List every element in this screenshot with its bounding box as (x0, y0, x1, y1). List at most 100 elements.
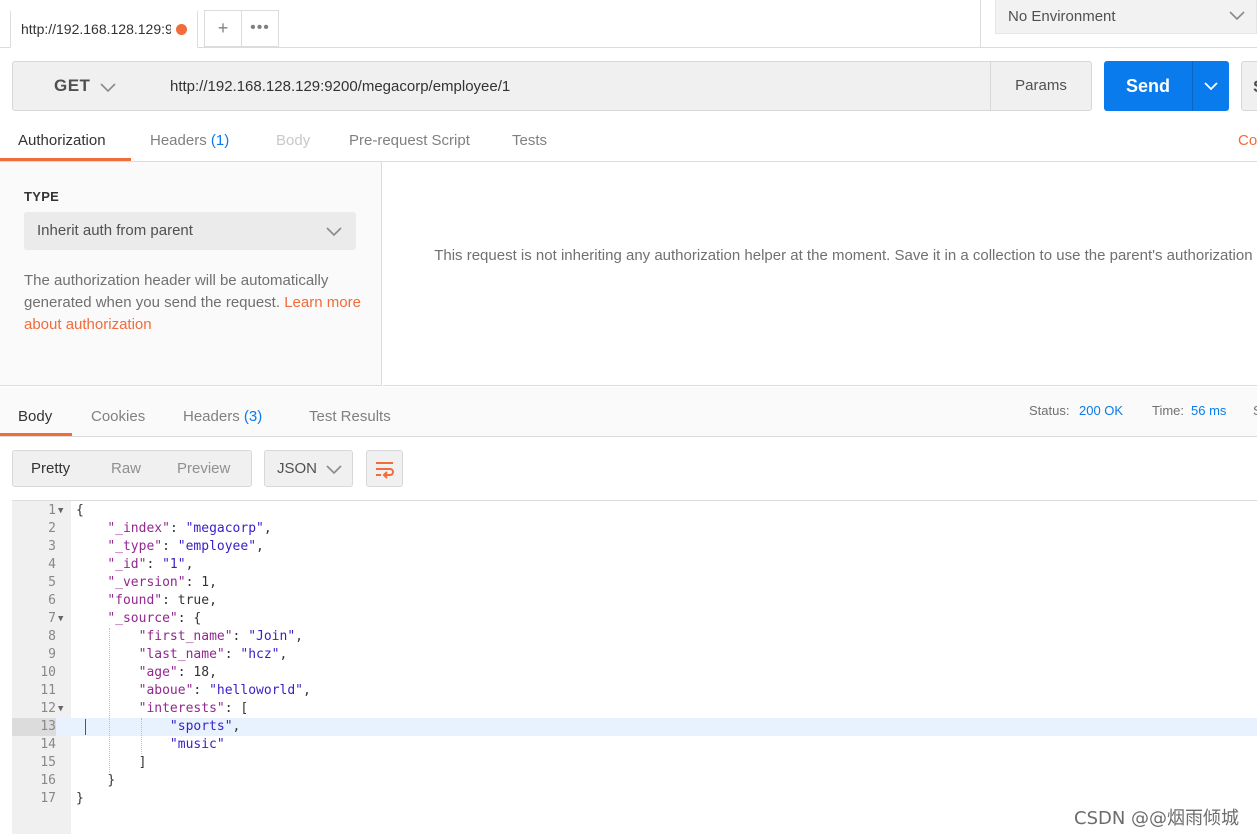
view-preview-button[interactable]: Preview (177, 460, 230, 477)
view-pretty-button[interactable]: Pretty (31, 460, 70, 477)
json-string: "Join" (248, 629, 296, 644)
method-label: GET (54, 76, 91, 95)
send-options-button[interactable] (1192, 61, 1229, 111)
auth-help-text: The authorization header will be automat… (24, 270, 364, 336)
json-key: "_type" (107, 539, 163, 554)
json-boolean: true (177, 593, 210, 608)
time-label: Time: (1152, 403, 1185, 418)
code-line: 8 "first_name": "Join", (12, 628, 1257, 646)
line-number: 13 (12, 718, 56, 736)
line-number: 14 (40, 737, 56, 752)
send-button[interactable]: Send (1104, 61, 1192, 111)
response-body-viewer[interactable]: 1 ▼ { 2 "_index": "megacorp", 3 "_type":… (12, 500, 1257, 834)
code-link[interactable]: Co (1238, 132, 1257, 149)
brace: } (76, 791, 84, 806)
line-number: 1 (48, 503, 56, 518)
response-tab-cookies[interactable]: Cookies (91, 408, 145, 425)
tab-tests[interactable]: Tests (512, 132, 547, 149)
chevron-down-icon (326, 227, 342, 237)
code-line: 9 "last_name": "hcz", (12, 646, 1257, 664)
code-line: 10 "age": 18, (12, 664, 1257, 682)
json-number: 18 (193, 665, 210, 680)
json-key: "_id" (107, 557, 147, 572)
code-line: 16 } (12, 772, 1257, 790)
response-tab-test-results[interactable]: Test Results (309, 408, 391, 425)
response-format-select[interactable]: JSON (264, 450, 353, 487)
json-key: "_version" (107, 575, 186, 590)
line-number: 12 (40, 701, 56, 716)
chevron-down-icon (1204, 82, 1218, 91)
line-number: 11 (40, 683, 56, 698)
auth-type-select[interactable]: Inherit auth from parent (24, 212, 356, 250)
request-tab[interactable]: http://192.168.128.129:9200/megacorp/emp… (10, 10, 198, 48)
json-string: "megacorp" (185, 521, 264, 536)
auth-type-label: TYPE (24, 189, 60, 204)
line-number: 15 (40, 755, 56, 770)
save-button-label: S (1253, 77, 1257, 97)
json-string: "sports" (169, 719, 233, 734)
tab-headers[interactable]: Headers (1) (150, 132, 229, 149)
json-key: "interests" (138, 701, 225, 716)
new-tab-button[interactable]: + (204, 10, 242, 47)
wrap-lines-button[interactable] (366, 450, 403, 487)
json-key: "aboue" (138, 683, 194, 698)
unsaved-dot-icon (176, 24, 187, 35)
code-line: 11 "aboue": "helloworld", (12, 682, 1257, 700)
json-string: "music" (169, 737, 225, 752)
bracket: ] (138, 755, 147, 770)
params-button[interactable]: Params (990, 61, 1092, 111)
brace: } (107, 773, 116, 788)
response-tab-headers-count: (3) (243, 408, 263, 425)
method-select[interactable]: GET (12, 61, 157, 111)
json-string: "helloworld" (209, 683, 303, 698)
json-key: "last_name" (138, 647, 225, 662)
fold-arrow-icon[interactable]: ▼ (58, 502, 68, 520)
code-line: 1 ▼ { (12, 502, 1257, 520)
fold-arrow-icon[interactable]: ▼ (58, 610, 68, 628)
watermark: CSDN @@烟雨倾城 (1074, 808, 1240, 829)
tab-strip: http://192.168.128.129:9200/megacorp/emp… (0, 0, 1257, 48)
active-tab-indicator (0, 158, 131, 161)
more-tabs-button[interactable]: ••• (242, 10, 279, 47)
save-button[interactable]: S (1241, 61, 1257, 111)
environment-label: No Environment (1008, 8, 1116, 25)
code-line-active: 13 "sports", (12, 718, 1257, 736)
tab-divider (980, 0, 981, 48)
line-number: 4 (48, 557, 56, 572)
line-number: 17 (40, 791, 56, 806)
tab-authorization[interactable]: Authorization (18, 132, 106, 149)
json-key: "_source" (107, 611, 178, 626)
line-number: 6 (48, 593, 56, 608)
code-line: 14 "music" (12, 736, 1257, 754)
line-number: 5 (48, 575, 56, 590)
url-input[interactable] (156, 61, 991, 111)
environment-select[interactable]: No Environment (995, 0, 1257, 34)
code-line: 6 "found": true, (12, 592, 1257, 610)
auth-type-value: Inherit auth from parent (37, 222, 193, 239)
size-label: S (1253, 403, 1257, 418)
tab-pre-request-script[interactable]: Pre-request Script (349, 132, 470, 149)
line-number: 3 (48, 539, 56, 554)
line-number: 2 (48, 521, 56, 536)
line-number: 9 (48, 647, 56, 662)
code-line: 5 "_version": 1, (12, 574, 1257, 592)
status-value: 200 OK (1079, 403, 1124, 418)
fold-arrow-icon[interactable]: ▼ (58, 700, 68, 718)
code-line: 7 ▼ "_source": { (12, 610, 1257, 628)
code-line: 3 "_type": "employee", (12, 538, 1257, 556)
tab-headers-label: Headers (150, 132, 207, 149)
code-line: 15 ] (12, 754, 1257, 772)
auth-settings-panel: TYPE Inherit auth from parent The author… (0, 162, 382, 386)
view-raw-button[interactable]: Raw (111, 460, 141, 477)
json-number: 1 (201, 575, 210, 590)
response-tab-headers[interactable]: Headers (3) (183, 408, 262, 425)
tab-headers-count: (1) (210, 132, 230, 149)
status-label: Status: (1029, 403, 1070, 418)
json-key: "first_name" (138, 629, 233, 644)
tab-body[interactable]: Body (276, 132, 310, 149)
time-value: 56 ms (1191, 403, 1227, 418)
text-cursor (85, 719, 86, 735)
response-tab-body[interactable]: Body (18, 408, 52, 425)
code-line: 2 "_index": "megacorp", (12, 520, 1257, 538)
auth-info-message: This request is not inheriting any autho… (434, 247, 1257, 264)
